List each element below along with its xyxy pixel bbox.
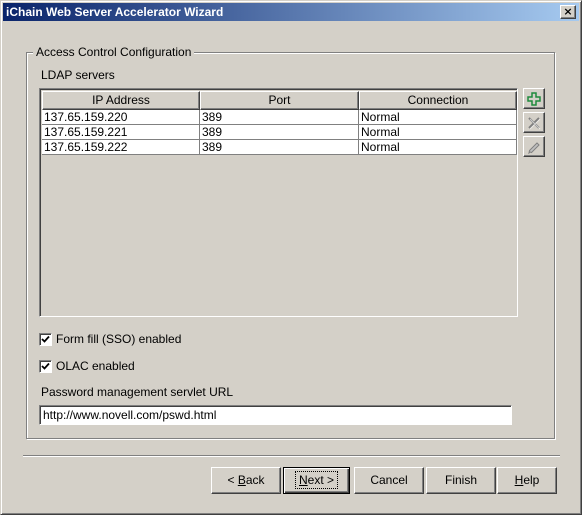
table-row[interactable]: 137.65.159.222 389 Normal [42,140,517,155]
form-fill-checkbox[interactable] [39,332,52,346]
close-icon: × [563,5,573,18]
cell-connection: Normal [359,125,517,140]
cancel-button[interactable]: Cancel [354,467,424,494]
cell-connection: Normal [359,110,517,125]
column-header-connection[interactable]: Connection [359,91,517,110]
password-url-label: Password management servlet URL [41,385,234,399]
back-label-rest: ack [245,473,265,487]
title-bar[interactable]: iChain Web Server Accelerator Wizard × [3,3,579,21]
delete-x-icon [528,116,541,129]
back-prefix: < [227,473,238,487]
button-separator [23,455,560,457]
group-title: Access Control Configuration [33,45,195,59]
table-body: 137.65.159.220 389 Normal 137.65.159.221… [42,110,517,155]
checkmark-icon [41,335,50,343]
column-header-ip-address[interactable]: IP Address [42,91,200,110]
delete-server-button[interactable] [523,112,545,133]
back-button[interactable]: < Back [211,467,281,494]
cancel-label: Cancel [370,473,408,487]
close-button[interactable]: × [560,5,576,19]
next-mnemonic: N [298,473,308,487]
column-header-port[interactable]: Port [200,91,359,110]
checkmark-icon [41,362,50,370]
olac-option[interactable]: OLAC enabled [39,359,135,373]
wizard-window: iChain Web Server Accelerator Wizard × A… [0,0,582,515]
next-label-rest: ext > [307,473,335,487]
cell-ip-address: 137.65.159.222 [42,140,200,155]
back-mnemonic: B [237,473,246,487]
table-row[interactable]: 137.65.159.221 389 Normal [42,125,517,140]
cell-port: 389 [200,110,359,125]
olac-checkbox[interactable] [39,359,52,373]
finish-button[interactable]: Finish [426,467,496,494]
password-url-field[interactable]: http://www.novell.com/pswd.html [39,405,512,425]
ldap-servers-table[interactable]: IP Address Port Connection 137.65.159.22… [39,88,518,317]
pencil-icon [528,141,540,154]
window-title: iChain Web Server Accelerator Wizard [6,5,224,19]
cell-ip-address: 137.65.159.221 [42,125,200,140]
help-label-rest: elp [523,473,540,487]
form-fill-option[interactable]: Form fill (SSO) enabled [39,332,181,346]
help-button[interactable]: Help [497,467,557,494]
cell-port: 389 [200,125,359,140]
form-fill-label: Form fill (SSO) enabled [56,332,182,346]
cell-ip-address: 137.65.159.220 [42,110,200,125]
add-server-button[interactable] [523,88,545,109]
olac-label: OLAC enabled [56,359,135,373]
next-focus-ring: Next > [294,471,339,489]
finish-label: Finish [444,473,477,487]
edit-server-button[interactable] [523,136,545,157]
next-button[interactable]: Next > [283,467,350,494]
cell-connection: Normal [359,140,517,155]
table-row[interactable]: 137.65.159.220 389 Normal [42,110,517,125]
plus-icon [527,91,541,106]
ldap-servers-label: LDAP servers [41,68,115,82]
table-header: IP Address Port Connection [42,91,517,110]
cell-port: 389 [200,140,359,155]
